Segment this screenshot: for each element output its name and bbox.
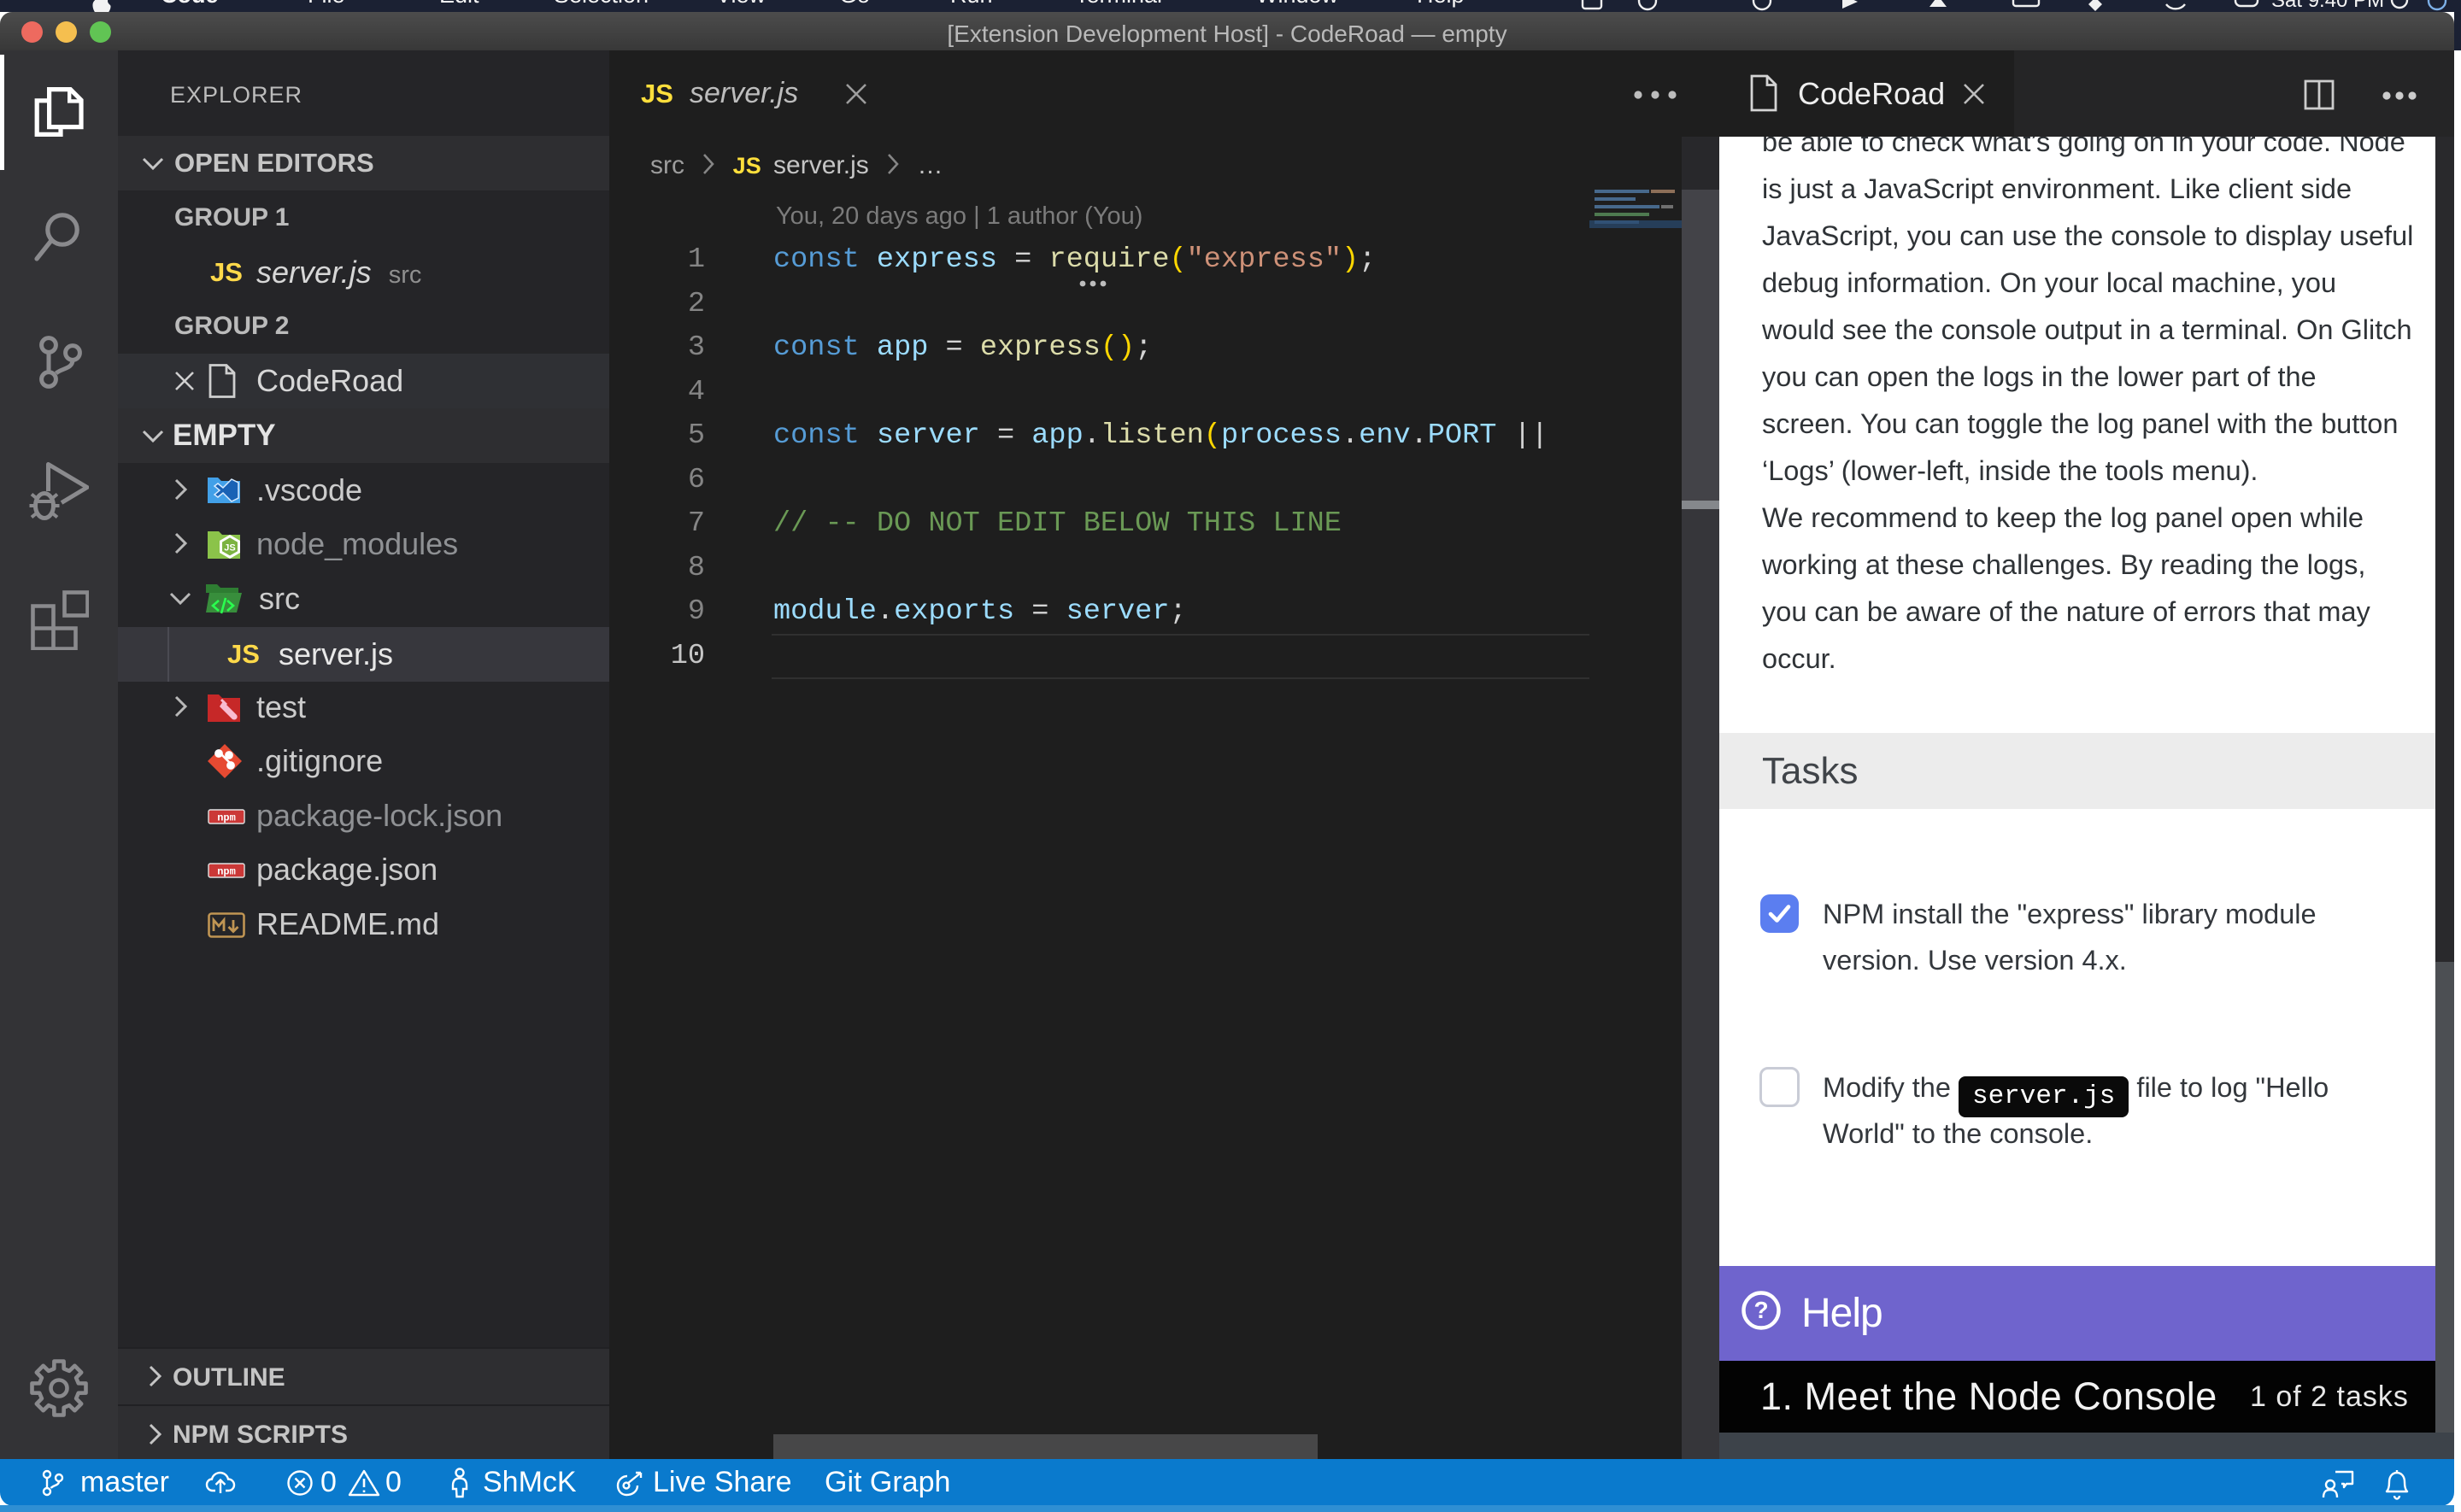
svg-text:JS: JS xyxy=(224,543,235,554)
svg-text:npm: npm xyxy=(217,812,236,824)
svg-text:npm: npm xyxy=(217,866,236,878)
svg-text:?: ? xyxy=(1753,1297,1768,1323)
svg-text:Sat 9:40 PM: Sat 9:40 PM xyxy=(2271,0,2384,12)
